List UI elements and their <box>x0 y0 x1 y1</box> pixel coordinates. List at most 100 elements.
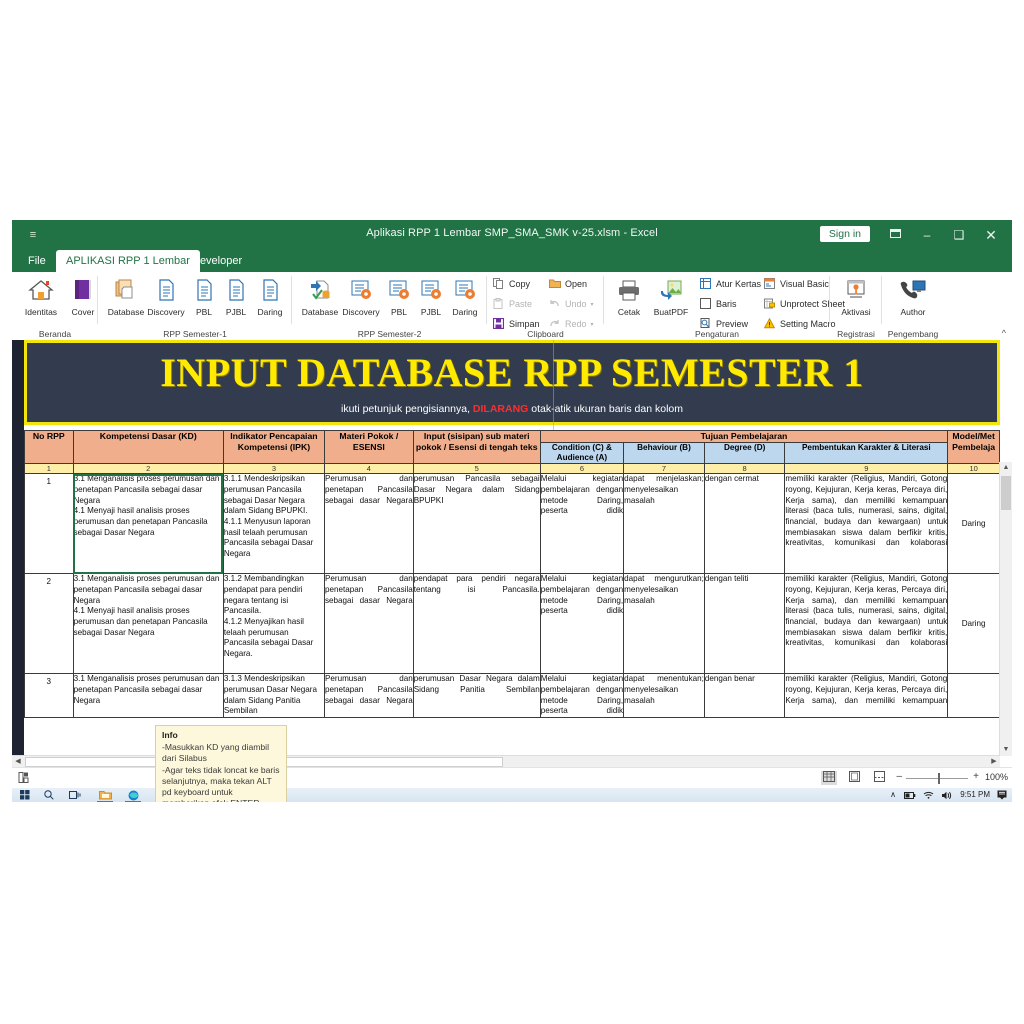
task-view-icon[interactable] <box>67 789 83 801</box>
ribbon-button-buatpdf[interactable]: BuatPDF <box>646 275 696 317</box>
cell-input-sisipan[interactable]: pendapat para pendiri negara tentang isi… <box>412 573 541 675</box>
scroll-up-arrow-icon[interactable]: ▲ <box>1000 462 1012 474</box>
ribbon-group-registrasi: Aktivasi Registrasi <box>830 272 882 340</box>
wifi-icon[interactable] <box>922 789 934 801</box>
cell-no-rpp[interactable]: 2 <box>24 573 74 675</box>
accessibility-icon[interactable] <box>18 772 29 785</box>
ribbon-button-aktivasi[interactable]: Aktivasi <box>830 275 882 317</box>
row-icon <box>700 298 712 310</box>
cell-behaviour[interactable]: dapat menentukan; menyelesaikan masalah <box>623 673 705 719</box>
normal-view-icon[interactable] <box>821 771 837 785</box>
zoom-slider-track[interactable] <box>906 778 968 779</box>
ribbon-button-label: Daring <box>257 307 283 317</box>
header-tujuan-pembelajaran: Tujuan Pembelajaran <box>539 430 949 443</box>
ribbon-button-open[interactable]: Open <box>549 278 587 290</box>
collapse-ribbon-chevron-icon[interactable]: ^ <box>1002 328 1006 338</box>
cell-behaviour[interactable]: dapat menjelaskan; menyelesaikan masalah <box>623 473 705 575</box>
worksheet-area: INPUT DATABASE RPP SEMESTER 1 ikuti petu… <box>12 340 1012 802</box>
ribbon-button-label: Paste <box>509 299 533 309</box>
search-icon[interactable] <box>42 789 56 801</box>
cell-degree[interactable]: dengan teliti <box>703 573 786 675</box>
ribbon-button-copy[interactable]: Copy <box>493 278 530 290</box>
cell-materi-pokok[interactable]: Perumusan dan penetapan Pancasila sebaga… <box>323 473 414 575</box>
cell-kompetensi-dasar[interactable]: 3.1 Menganalisis proses perumusan dan pe… <box>72 573 224 675</box>
file-explorer-active-indicator <box>97 801 113 802</box>
col-number: 6 <box>539 463 625 475</box>
ribbon-button-atur-kertas[interactable]: Atur Kertas <box>700 278 761 290</box>
ribbon-group-label: Clipboard <box>527 329 564 339</box>
page-layout-icon[interactable] <box>846 771 862 785</box>
screenshot-root: ≡ Aplikasi RPP 1 Lembar SMP_SMA_SMK v-25… <box>0 0 1024 1024</box>
banner-subtitle-warning: DILARANG <box>472 403 529 415</box>
ribbon-button-undo[interactable]: Undo ▾ <box>549 298 594 310</box>
tray-chevron-icon[interactable]: ∧ <box>890 790 896 799</box>
cell-indikator[interactable]: 3.1.2 Membandingkan pendapat para pendir… <box>222 573 325 675</box>
chevron-down-icon[interactable]: ▾ <box>591 301 594 308</box>
cell-model[interactable] <box>947 673 1000 719</box>
tab-file[interactable]: File <box>18 250 56 272</box>
scroll-down-arrow-icon[interactable]: ▼ <box>1000 744 1012 756</box>
ribbon-button-daring-s1[interactable]: Daring <box>244 275 296 317</box>
file-explorer-icon[interactable] <box>97 789 113 801</box>
zoom-out-button[interactable]: – <box>896 771 902 782</box>
cell-kompetensi-dasar[interactable]: 3.1 Menganalisis proses perumusan dan pe… <box>72 673 224 719</box>
zoom-slider-thumb[interactable] <box>938 773 940 784</box>
row-header-strip <box>12 340 24 756</box>
notification-icon[interactable] <box>996 789 1008 801</box>
page-break-preview-icon[interactable] <box>871 771 887 785</box>
tab-developer[interactable]: Developer <box>182 250 252 272</box>
cell-no-rpp[interactable]: 1 <box>24 473 74 575</box>
cell-karakter[interactable]: memiliki karakter (Religius, Mandiri, Go… <box>784 673 949 719</box>
header-kompetensi-dasar: Kompetensi Dasar (KD) <box>72 429 224 465</box>
vertical-scroll-thumb[interactable] <box>1001 476 1011 510</box>
cell-input-sisipan[interactable]: perumusan Pancasila sebagai Dasar Negara… <box>412 473 541 575</box>
ribbon-button-cetak[interactable]: Cetak <box>608 275 650 317</box>
vertical-scrollbar[interactable]: ▲ ▼ <box>999 462 1012 756</box>
chevron-down-icon[interactable]: ▾ <box>591 321 594 328</box>
cell-materi-pokok[interactable]: Perumusan dan penetapan Pancasila sebaga… <box>323 573 414 675</box>
edge-icon[interactable] <box>125 789 141 801</box>
ribbon-display-options-icon[interactable] <box>882 225 908 245</box>
ribbon-button-baris[interactable]: Baris <box>700 298 737 310</box>
volume-icon[interactable] <box>940 789 952 801</box>
battery-icon[interactable] <box>904 789 916 801</box>
tab-aplikasi-rpp-1-lembar[interactable]: APLIKASI RPP 1 Lembar <box>56 250 200 272</box>
visual-basic-icon <box>764 278 776 290</box>
cell-indikator[interactable]: 3.1.1 Mendeskripsikan perumusan Pancasil… <box>222 473 325 575</box>
cell-no-rpp[interactable]: 3 <box>24 673 74 719</box>
cell-karakter[interactable]: memiliki karakter (Religius, Mandiri, Go… <box>784 473 949 575</box>
cell-degree[interactable]: dengan cermat <box>703 473 786 575</box>
cell-condition[interactable]: Melalui kegiatan pembelajaran dengan met… <box>539 573 625 675</box>
ribbon-button-author[interactable]: Author <box>887 275 939 317</box>
ribbon-button-label: Aktivasi <box>841 307 871 317</box>
cell-condition[interactable]: Melalui kegiatan pembelajaran dengan met… <box>539 673 625 719</box>
ribbon-button-daring-s2[interactable]: Daring <box>439 275 491 317</box>
cell-indikator[interactable]: 3.1.3 Mendeskripsikan perumusan Dasar Ne… <box>222 673 325 719</box>
close-button[interactable]: ✕ <box>978 225 1004 245</box>
cell-condition[interactable]: Melalui kegiatan pembelajaran dengan met… <box>539 473 625 575</box>
cell-model[interactable]: Daring <box>947 573 1000 675</box>
col-number: 3 <box>222 463 325 475</box>
tooltip-title: Info <box>162 730 178 740</box>
taskbar-clock[interactable]: 9:51 PM <box>960 790 990 799</box>
col-number: 1 <box>24 463 74 475</box>
cell-karakter[interactable]: memiliki karakter (Religius, Mandiri, Go… <box>784 573 949 675</box>
windows-start-icon[interactable] <box>18 789 32 801</box>
ribbon-button-visual-basic[interactable]: Visual Basic <box>764 278 829 290</box>
ribbon-button-label: Setting Macro <box>780 319 836 329</box>
cell-behaviour[interactable]: dapat mengurutkan; menyelesaikan masalah <box>623 573 705 675</box>
cell-input-sisipan[interactable]: perumusan Dasar Negara dalam Sidang Pani… <box>412 673 541 719</box>
zoom-level-label[interactable]: 100% <box>985 772 1008 782</box>
maximize-button[interactable]: ❑ <box>946 225 972 245</box>
cell-degree[interactable]: dengan benar <box>703 673 786 719</box>
sign-in-button[interactable]: Sign in <box>819 226 870 242</box>
minimize-button[interactable]: – <box>914 225 940 245</box>
cell-comment-tooltip: Info -Masukkan KD yang diambil dari Sila… <box>155 725 287 802</box>
table-header-row-1: No RPP Kompetensi Dasar (KD) Indikator P… <box>24 429 1000 465</box>
cell-model[interactable]: Daring <box>947 473 1000 575</box>
cell-materi-pokok[interactable]: Perumusan dan penetapan Pancasila sebaga… <box>323 673 414 719</box>
zoom-in-button[interactable]: + <box>973 771 979 782</box>
cell-kompetensi-dasar[interactable]: 3.1 Menganalisis proses perumusan dan pe… <box>72 473 224 575</box>
sheet-banner: INPUT DATABASE RPP SEMESTER 1 ikuti petu… <box>24 340 1000 425</box>
ribbon-button-paste[interactable]: Paste <box>493 298 532 310</box>
